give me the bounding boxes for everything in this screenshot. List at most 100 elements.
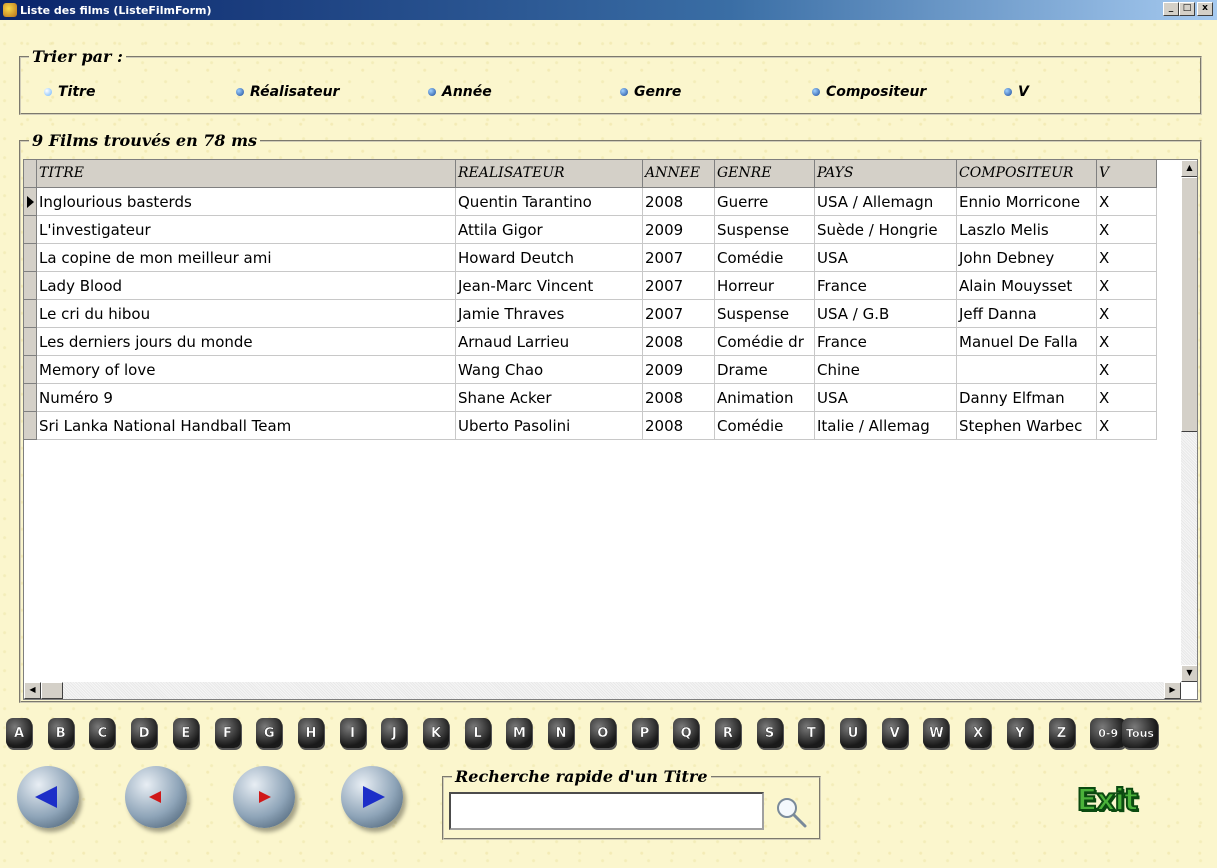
table-cell[interactable]: Arnaud Larrieu	[456, 328, 643, 356]
table-cell[interactable]: John Debney	[957, 244, 1097, 272]
table-cell[interactable]: Suspense	[715, 300, 815, 328]
table-cell[interactable]: X	[1097, 328, 1157, 356]
table-cell[interactable]: Howard Deutch	[456, 244, 643, 272]
letter-button-d[interactable]: D	[131, 718, 158, 748]
table-cell[interactable]: X	[1097, 356, 1157, 384]
table-cell[interactable]: Jeff Danna	[957, 300, 1097, 328]
letter-button-y[interactable]: Y	[1006, 718, 1033, 748]
letter-button-u[interactable]: U	[840, 718, 866, 748]
letter-button-m[interactable]: M	[506, 718, 533, 748]
table-cell[interactable]: 2007	[643, 300, 715, 328]
row-indicator[interactable]	[24, 244, 37, 272]
table-cell[interactable]: France	[815, 328, 957, 356]
table-cell[interactable]: Memory of love	[37, 356, 456, 384]
table-cell[interactable]: Drame	[715, 356, 815, 384]
sort-radio-realisateur[interactable]: Réalisateur	[236, 84, 339, 100]
row-indicator[interactable]	[24, 272, 37, 300]
table-cell[interactable]: X	[1097, 244, 1157, 272]
column-header-realisateur[interactable]: REALISATEUR	[456, 160, 643, 188]
table-cell[interactable]: Shane Acker	[456, 384, 643, 412]
scroll-up-icon[interactable]: ▲	[1181, 160, 1197, 177]
close-button[interactable]: x	[1197, 2, 1213, 16]
row-indicator[interactable]	[24, 412, 37, 440]
table-cell[interactable]: Manuel De Falla	[957, 328, 1097, 356]
sort-radio-titre[interactable]: Titre	[44, 84, 95, 100]
previous-record-button[interactable]	[125, 766, 187, 828]
sort-radio-v[interactable]: V	[1004, 84, 1029, 100]
table-cell[interactable]: Chine	[815, 356, 957, 384]
table-cell[interactable]: X	[1097, 188, 1157, 216]
table-cell[interactable]: Stephen Warbec	[957, 412, 1097, 440]
table-cell[interactable]: X	[1097, 272, 1157, 300]
maximize-button[interactable]: □	[1179, 2, 1195, 16]
table-cell[interactable]: Animation	[715, 384, 815, 412]
table-cell[interactable]: Les derniers jours du monde	[37, 328, 456, 356]
scroll-down-icon[interactable]: ▼	[1181, 665, 1197, 682]
table-cell[interactable]: Ennio Morricone	[957, 188, 1097, 216]
table-cell[interactable]: Alain Mouysset	[957, 272, 1097, 300]
table-cell[interactable]: Lady Blood	[37, 272, 456, 300]
films-grid[interactable]: TITRE REALISATEUR ANNEE GENRE PAYS COMPOSITEU…	[23, 159, 1198, 700]
table-cell[interactable]: Guerre	[715, 188, 815, 216]
table-cell[interactable]: Uberto Pasolini	[456, 412, 643, 440]
letter-button-tous[interactable]: Tous	[1122, 718, 1158, 748]
table-cell[interactable]: Italie / Allemag	[815, 412, 957, 440]
table-cell[interactable]: X	[1097, 412, 1157, 440]
sort-radio-genre[interactable]: Genre	[620, 84, 681, 100]
table-cell[interactable]: France	[815, 272, 957, 300]
table-cell[interactable]: Jean-Marc Vincent	[456, 272, 643, 300]
letter-button-i[interactable]: I	[339, 718, 366, 748]
column-header-titre[interactable]: TITRE	[37, 160, 456, 188]
row-indicator[interactable]	[24, 384, 37, 412]
table-cell[interactable]: L'investigateur	[37, 216, 456, 244]
letter-button-h[interactable]: H	[297, 718, 324, 748]
table-cell[interactable]: X	[1097, 300, 1157, 328]
table-cell[interactable]: 2008	[643, 188, 715, 216]
table-cell[interactable]: 2007	[643, 244, 715, 272]
table-cell[interactable]: Le cri du hibou	[37, 300, 456, 328]
table-cell[interactable]: Numéro 9	[37, 384, 456, 412]
sort-radio-annee[interactable]: Année	[428, 84, 492, 100]
table-cell[interactable]: 2008	[643, 328, 715, 356]
letter-button-b[interactable]: B	[47, 718, 74, 748]
scroll-thumb[interactable]	[1181, 177, 1197, 432]
column-header-genre[interactable]: GENRE	[715, 160, 815, 188]
letter-button-t[interactable]: T	[798, 718, 825, 748]
table-cell[interactable]: 2008	[643, 384, 715, 412]
letter-button-v[interactable]: V	[881, 718, 908, 748]
horizontal-scrollbar[interactable]: ◀ ▶	[24, 682, 1181, 699]
column-header-compositeur[interactable]: COMPOSITEUR	[957, 160, 1097, 188]
table-cell[interactable]: X	[1097, 384, 1157, 412]
magnifier-icon[interactable]	[773, 794, 809, 830]
letter-button-x[interactable]: X	[965, 718, 992, 748]
quick-search-input[interactable]	[449, 792, 764, 830]
letter-button-c[interactable]: C	[89, 718, 116, 748]
vertical-scrollbar[interactable]: ▲ ▼	[1181, 160, 1197, 682]
table-cell[interactable]: Jamie Thraves	[456, 300, 643, 328]
row-indicator[interactable]	[24, 328, 37, 356]
row-indicator[interactable]	[24, 356, 37, 384]
table-cell[interactable]: USA / Allemagn	[815, 188, 957, 216]
letter-button-o[interactable]: O	[589, 718, 616, 748]
column-header-v[interactable]: V	[1097, 160, 1157, 188]
table-cell[interactable]: 2009	[643, 216, 715, 244]
minimize-button[interactable]: _	[1163, 2, 1179, 16]
table-cell[interactable]	[957, 356, 1097, 384]
table-cell[interactable]: Comédie	[715, 412, 815, 440]
table-cell[interactable]: 2007	[643, 272, 715, 300]
column-header-annee[interactable]: ANNEE	[643, 160, 715, 188]
letter-button-f[interactable]: F	[214, 718, 241, 748]
letter-button-g[interactable]: G	[256, 718, 283, 748]
row-indicator[interactable]	[24, 216, 37, 244]
letter-button-q[interactable]: Q	[673, 718, 700, 748]
letter-button-p[interactable]: P	[631, 718, 658, 748]
table-cell[interactable]: Laszlo Melis	[957, 216, 1097, 244]
table-cell[interactable]: 2009	[643, 356, 715, 384]
letter-button-z[interactable]: Z	[1048, 718, 1075, 748]
last-record-button[interactable]	[341, 766, 403, 828]
letter-button-n[interactable]: N	[548, 718, 575, 748]
exit-button[interactable]: Exit	[1064, 779, 1150, 821]
row-indicator[interactable]	[24, 300, 37, 328]
column-header-pays[interactable]: PAYS	[815, 160, 957, 188]
table-cell[interactable]: Sri Lanka National Handball Team	[37, 412, 456, 440]
